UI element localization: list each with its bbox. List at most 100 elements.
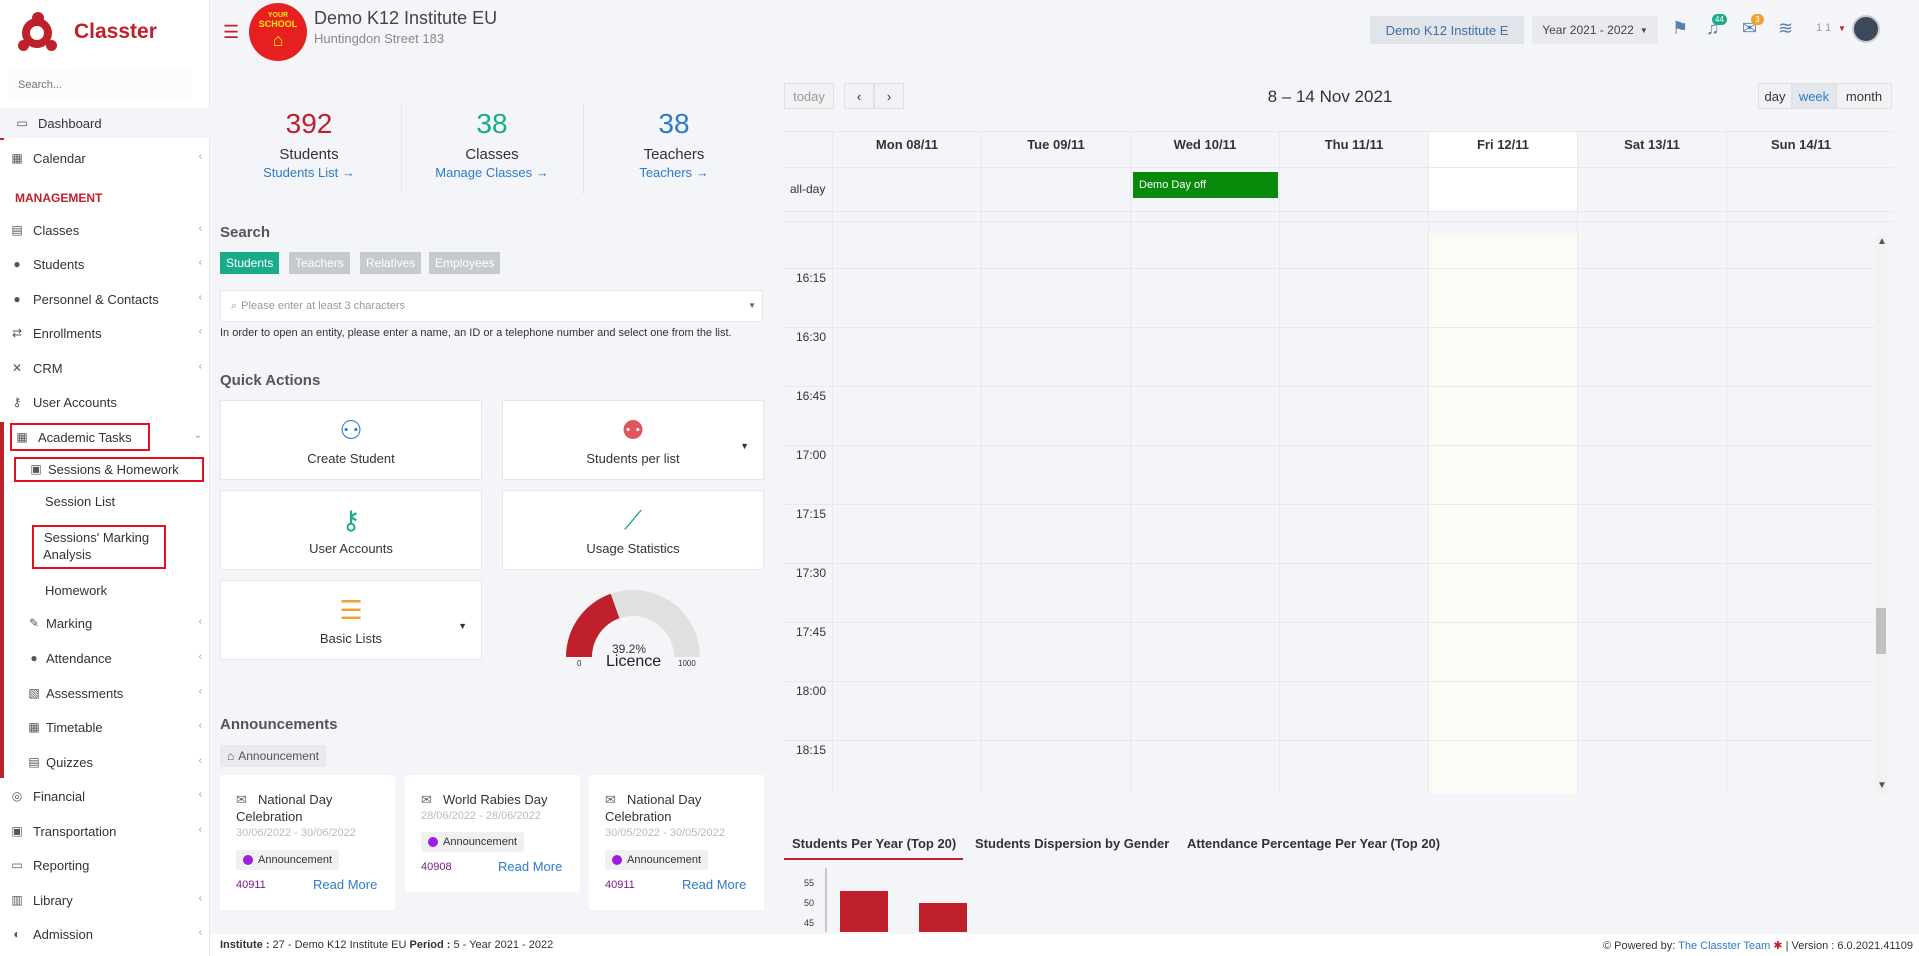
read-more-link[interactable]: Read More	[682, 877, 746, 892]
scroll-down-icon[interactable]: ▼	[1877, 780, 1887, 791]
monitor-icon: ▭	[16, 116, 28, 130]
sidebar-item-label: Attendance	[46, 650, 112, 666]
read-more-link[interactable]: Read More	[498, 859, 562, 874]
year-select[interactable]: Year 2021 - 2022 ▼	[1532, 16, 1658, 44]
y-tick-label: 45	[804, 918, 814, 928]
view-week-button[interactable]: week	[1792, 83, 1836, 109]
calendar-event[interactable]: Demo Day off	[1133, 172, 1278, 198]
sidebar-item-library[interactable]: ▥ Library ‹	[0, 885, 210, 915]
hamburger-menu-icon[interactable]: ☰	[223, 22, 239, 43]
sidebar-item-timetable[interactable]: ▦ Timetable ‹	[0, 712, 210, 742]
user-accounts-button[interactable]: ⚷ User Accounts	[220, 490, 482, 570]
sidebar-item-homework[interactable]: Homework	[45, 583, 107, 598]
tab-attendance-percentage[interactable]: Attendance Percentage Per Year (Top 20)	[1187, 836, 1440, 851]
sidebar-item-marking-analysis-line1[interactable]: Sessions' Marking	[44, 530, 149, 545]
link-label: Students List	[263, 165, 339, 180]
link-label: Teachers	[639, 165, 693, 180]
chevron-left-icon: ‹	[198, 326, 202, 337]
tab-students[interactable]: Students	[220, 252, 280, 274]
sidebar-item-financial[interactable]: ◎ Financial ‹	[0, 781, 210, 811]
chevron-left-icon: ‹	[198, 257, 202, 268]
tab-students-per-year[interactable]: Students Per Year (Top 20)	[792, 836, 956, 851]
sidebar-item-label: User Accounts	[33, 394, 117, 410]
announcement-filter-tag[interactable]: ⌂ Announcement	[220, 745, 326, 767]
sidebar-item-students[interactable]: ● Students ‹	[0, 249, 210, 279]
user-short-label[interactable]: 1 1	[1816, 22, 1831, 34]
manage-classes-link[interactable]: Manage Classes →	[407, 165, 577, 180]
students-list-link[interactable]: Students List →	[224, 165, 394, 180]
announcement-title: ✉ World Rabies Day	[421, 791, 571, 808]
sidebar-item-personnel[interactable]: ● Personnel & Contacts ‹	[0, 284, 210, 314]
day-header: Mon 08/11	[875, 137, 939, 152]
calendar-grid	[784, 131, 1894, 793]
teachers-link[interactable]: Teachers →	[589, 165, 759, 180]
students-per-year-chart: 55 50 45	[804, 868, 967, 932]
institute-button[interactable]: Demo K12 Institute E	[1370, 16, 1524, 44]
tab-relatives[interactable]: Relatives	[360, 252, 422, 274]
next-week-button[interactable]: ›	[874, 83, 904, 109]
sidebar-item-marking-analysis-line2[interactable]: Analysis	[43, 547, 91, 562]
announcement-card[interactable]: ✉ World Rabies Day 28/06/2022 - 28/06/202…	[405, 775, 580, 892]
notifications-badge: 44	[1712, 14, 1727, 25]
sidebar-item-attendance[interactable]: ● Attendance ‹	[0, 643, 210, 673]
tab-gender-dispersion[interactable]: Students Dispersion by Gender	[975, 836, 1169, 851]
view-month-button[interactable]: month	[1836, 83, 1892, 109]
announcement-date: 30/05/2022 - 30/05/2022	[605, 827, 725, 839]
usage-statistics-button[interactable]: ⟋ Usage Statistics	[502, 490, 764, 570]
announcement-date: 30/06/2022 - 30/06/2022	[236, 827, 356, 839]
today-button[interactable]: today	[784, 83, 834, 109]
sidebar-item-admission[interactable]: ◐ Admission ‹	[0, 919, 210, 949]
announcement-card[interactable]: ✉ National Day Celebration 30/05/2022 - 3…	[589, 775, 764, 910]
sidebar-item-label: Sessions & Homework	[48, 461, 179, 477]
students-per-list-button[interactable]: ⚉ Students per list ▼	[502, 400, 764, 480]
caret-down-icon[interactable]: ▼	[740, 441, 749, 451]
quick-action-label: Basic Lists	[319, 631, 383, 646]
sidebar-item-classes[interactable]: ▤ Classes ‹	[0, 215, 210, 245]
caret-down-icon[interactable]: ▼	[1838, 24, 1846, 33]
sidebar-item-quizzes[interactable]: ▤ Quizzes ‹	[0, 747, 210, 777]
sidebar-item-marking[interactable]: ✎ Marking ‹	[0, 608, 210, 638]
time-label: 17:45	[796, 625, 827, 639]
sidebar-item-dashboard[interactable]: ▭ Dashboard	[0, 108, 210, 138]
edit-icon: ✎	[28, 616, 40, 630]
flag-icon[interactable]: ⚑	[1672, 18, 1688, 39]
announcement-card[interactable]: ✉ National Day Celebration 30/06/2022 - 3…	[220, 775, 395, 910]
team-link[interactable]: The Classter Team	[1678, 940, 1770, 952]
entity-search-input[interactable]: ⌕ Please enter at least 3 characters ▼	[220, 290, 763, 322]
tab-employees[interactable]: Employees	[429, 252, 501, 274]
day-header: Wed 10/11	[1173, 137, 1237, 152]
bar[interactable]	[840, 891, 888, 932]
classter-logo[interactable]: Classter	[18, 10, 157, 54]
calendar-scrollbar[interactable]	[1875, 236, 1887, 794]
sidebar-item-transportation[interactable]: ▣ Transportation ‹	[0, 816, 210, 846]
user-icon: ●	[13, 292, 21, 306]
bar[interactable]	[919, 903, 967, 932]
sidebar-item-calendar[interactable]: ▦ Calendar ‹	[0, 143, 210, 173]
stat-teachers: 38 Teachers Teachers →	[589, 108, 759, 180]
search-icon: ⌕	[231, 299, 238, 312]
sidebar-item-session-list[interactable]: Session List	[45, 494, 115, 509]
avatar[interactable]	[1852, 15, 1880, 43]
sidebar-item-enrollments[interactable]: ⇄ Enrollments ‹	[0, 318, 210, 348]
sidebar-search-input[interactable]	[8, 70, 192, 100]
read-more-link[interactable]: Read More	[313, 877, 377, 892]
scrollbar-thumb[interactable]	[1876, 608, 1886, 654]
view-day-button[interactable]: day	[1758, 83, 1792, 109]
time-label: 17:00	[796, 448, 827, 462]
sidebar-item-assessments[interactable]: ▧ Assessments ‹	[0, 678, 210, 708]
search-hint: In order to open an entity, please enter…	[220, 327, 732, 339]
tab-teachers[interactable]: Teachers	[289, 252, 350, 274]
sidebar-item-academic-tasks[interactable]: ▦ Academic Tasks ⌄	[0, 422, 210, 452]
layers-icon[interactable]: ≋	[1778, 18, 1793, 39]
scroll-up-icon[interactable]: ▲	[1877, 236, 1887, 247]
caret-down-icon[interactable]: ▼	[458, 621, 467, 631]
sidebar-item-sessions-homework[interactable]: ▣ Sessions & Homework	[0, 455, 210, 483]
sidebar-item-crm[interactable]: ✕ CRM ‹	[0, 353, 210, 383]
basic-lists-button[interactable]: ☰ Basic Lists ▼	[220, 580, 482, 660]
sidebar-item-reporting[interactable]: ▭ Reporting	[0, 850, 210, 880]
prev-week-button[interactable]: ‹	[844, 83, 874, 109]
sidebar-item-user-accounts[interactable]: ⚷ User Accounts	[0, 387, 210, 417]
create-student-button[interactable]: ⚇ Create Student	[220, 400, 482, 480]
chart-line-icon: ⟋	[623, 505, 643, 535]
sidebar-item-label: Assessments	[46, 685, 124, 701]
